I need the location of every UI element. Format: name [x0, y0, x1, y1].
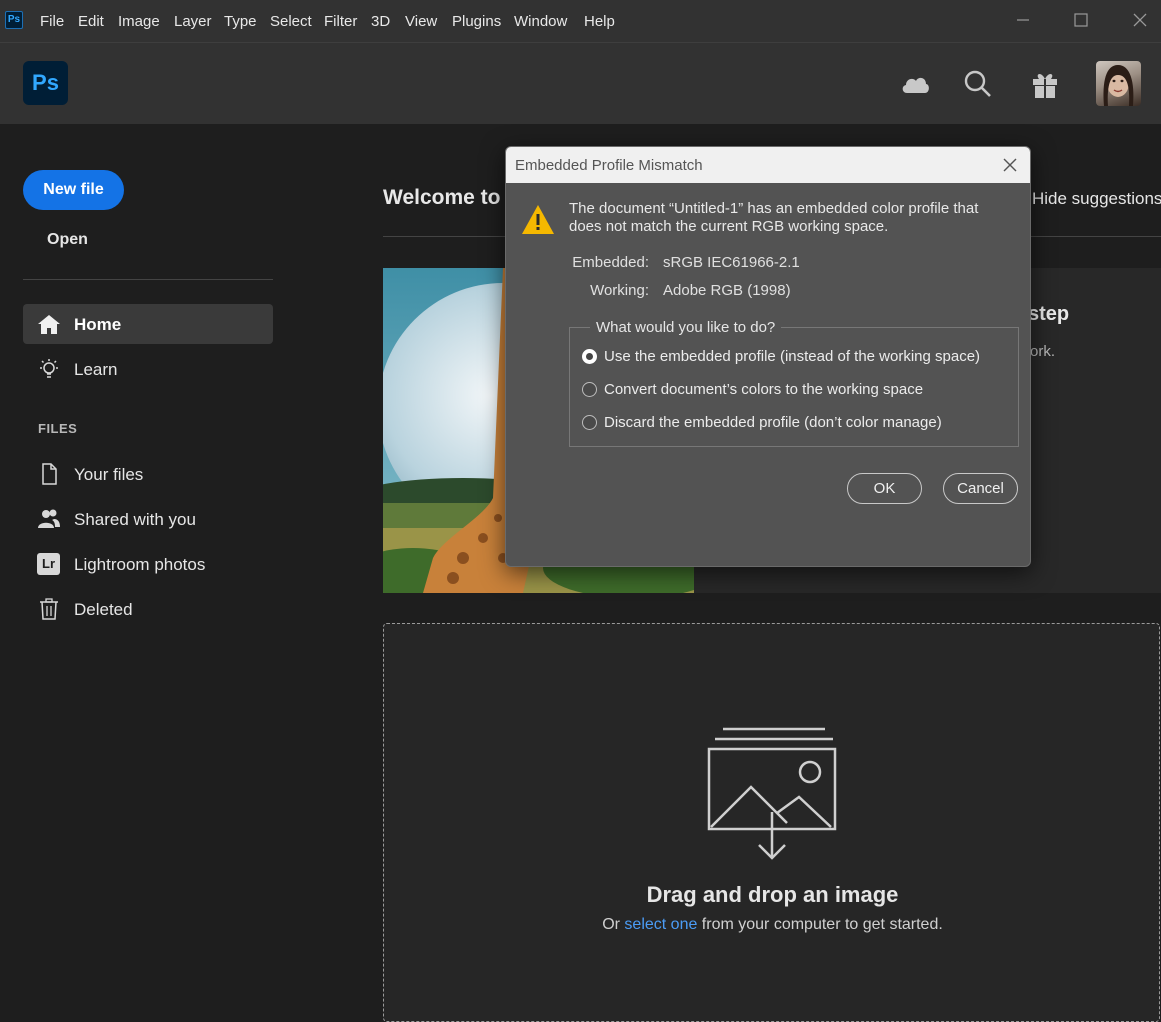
hide-suggestions-link[interactable]: Hide suggestions — [1032, 189, 1161, 209]
app-icon: Ps — [5, 11, 23, 29]
cloud-icon[interactable] — [899, 69, 931, 99]
menu-image[interactable]: Image — [118, 13, 160, 30]
warning-icon — [522, 205, 554, 234]
home-icon — [38, 315, 60, 334]
embedded-label: Embedded: — [572, 254, 649, 271]
radio-label[interactable]: Use the embedded profile (instead of the… — [604, 348, 980, 365]
radio-button[interactable] — [582, 349, 597, 364]
working-value: Adobe RGB (1998) — [663, 282, 791, 299]
options-question: What would you like to do? — [590, 319, 782, 336]
menu-edit[interactable]: Edit — [78, 13, 104, 30]
close-icon[interactable] — [1000, 155, 1020, 175]
image-upload-icon — [707, 727, 837, 860]
radio-button[interactable] — [582, 415, 597, 430]
sidebar-item-label: Home — [74, 315, 122, 334]
radio-use-embedded[interactable]: Use the embedded profile (instead of the… — [582, 347, 1022, 367]
new-file-button[interactable]: New file — [23, 170, 124, 210]
menu-select[interactable]: Select — [270, 13, 312, 30]
embedded-value: sRGB IEC61966-2.1 — [663, 254, 800, 271]
radio-discard[interactable]: Discard the embedded profile (don’t colo… — [582, 413, 1022, 433]
menu-view[interactable]: View — [405, 13, 437, 30]
dropzone-title: Drag and drop an image — [646, 882, 899, 907]
dropzone-subtitle-prefix: Or — [602, 916, 625, 933]
menu-layer[interactable]: Layer — [174, 13, 212, 30]
sidebar-item-label: Shared with you — [74, 510, 196, 529]
gift-icon[interactable] — [1029, 69, 1061, 99]
trash-icon — [40, 598, 58, 620]
cancel-button[interactable]: Cancel — [943, 473, 1018, 504]
dialog-message: The document “Untitled-1” has an embedde… — [569, 200, 979, 235]
lightbulb-icon — [40, 359, 58, 378]
avatar[interactable] — [1096, 61, 1141, 106]
radio-label[interactable]: Discard the embedded profile (don’t colo… — [604, 414, 942, 431]
embedded-profile-dialog: Embedded Profile Mismatch The document “… — [505, 146, 1031, 567]
dropzone-subtitle-suffix: from your computer to get started. — [697, 916, 943, 933]
users-icon — [38, 509, 60, 528]
sidebar-item-lightroom[interactable]: Lr Lightroom photos — [23, 544, 273, 584]
menu-type[interactable]: Type — [224, 13, 257, 30]
drop-zone[interactable]: Drag and drop an image Or select one fro… — [383, 623, 1160, 1022]
files-section-header: FILES — [38, 421, 78, 436]
dropzone-subtitle: Or select one from your computer to get … — [384, 916, 1161, 934]
menu-filter[interactable]: Filter — [324, 13, 357, 30]
ps-logo[interactable]: Ps — [23, 61, 68, 105]
sidebar-item-your-files[interactable]: Your files — [23, 454, 273, 494]
sidebar-item-deleted[interactable]: Deleted — [23, 589, 273, 629]
menu-3d[interactable]: 3D — [371, 13, 390, 30]
menu-file[interactable]: File — [40, 13, 64, 30]
sidebar-item-label: Deleted — [74, 600, 133, 619]
ok-button[interactable]: OK — [847, 473, 922, 504]
sidebar-item-home[interactable]: Home — [23, 304, 273, 344]
sidebar-item-shared[interactable]: Shared with you — [23, 499, 273, 539]
app-header: Ps — [0, 43, 1161, 124]
lightroom-icon: Lr — [37, 553, 60, 575]
sidebar-item-learn[interactable]: Learn — [23, 349, 273, 389]
radio-convert[interactable]: Convert document’s colors to the working… — [582, 380, 1022, 400]
sidebar-item-label: Learn — [74, 360, 118, 379]
menu-bar: Ps File Edit Image Layer Type Select Fil… — [0, 0, 1161, 43]
suggestion-title-partial: step — [1028, 303, 1070, 325]
suggestion-text-partial: ork. — [1030, 343, 1056, 360]
sidebar-item-label: Lightroom photos — [74, 555, 206, 574]
radio-label[interactable]: Convert document’s colors to the working… — [604, 381, 923, 398]
close-window-icon[interactable] — [1128, 8, 1152, 32]
menu-plugins[interactable]: Plugins — [452, 13, 501, 30]
maximize-icon[interactable] — [1069, 8, 1093, 32]
sidebar-divider — [23, 279, 273, 280]
menu-help[interactable]: Help — [584, 13, 615, 30]
open-button[interactable]: Open — [47, 231, 88, 249]
dialog-title: Embedded Profile Mismatch — [515, 157, 703, 174]
file-icon — [42, 463, 57, 485]
photoshop-window: Ps File Edit Image Layer Type Select Fil… — [0, 0, 1161, 1022]
welcome-title: Welcome to P — [383, 186, 521, 209]
working-label: Working: — [590, 282, 649, 299]
select-one-link[interactable]: select one — [624, 916, 697, 933]
radio-button[interactable] — [582, 382, 597, 397]
dialog-titlebar[interactable]: Embedded Profile Mismatch — [506, 147, 1030, 183]
sidebar-item-label: Your files — [74, 465, 144, 484]
menu-window[interactable]: Window — [514, 13, 567, 30]
search-icon[interactable] — [962, 69, 994, 99]
minimize-icon[interactable] — [1011, 8, 1035, 32]
